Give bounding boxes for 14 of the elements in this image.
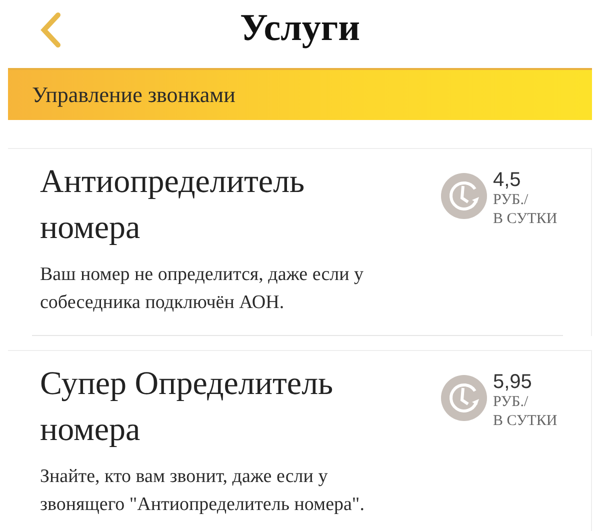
section-title: Управление звонками [32, 82, 236, 108]
page-title: Услуги [240, 6, 360, 50]
service-description: Ваш номер не определится, даже если у собеседника подключён АОН. [40, 263, 365, 315]
service-title: Супер Определитель номера [40, 365, 334, 450]
service-description: Знайте, кто вам звонит, даже если у звонящего "Антиопределитель номера". [40, 465, 366, 517]
price: 5,95 [493, 371, 532, 393]
clock-icon [441, 375, 487, 421]
price-period: В СУТКИ [493, 412, 558, 431]
price-unit: РУБ./ [493, 191, 528, 210]
service-title: Антиопределитель номера [40, 163, 306, 248]
price-unit: РУБ./ [493, 393, 528, 412]
price: 4,5 [493, 169, 521, 191]
price-period: В СУТКИ [493, 210, 558, 229]
clock-icon [441, 173, 487, 219]
